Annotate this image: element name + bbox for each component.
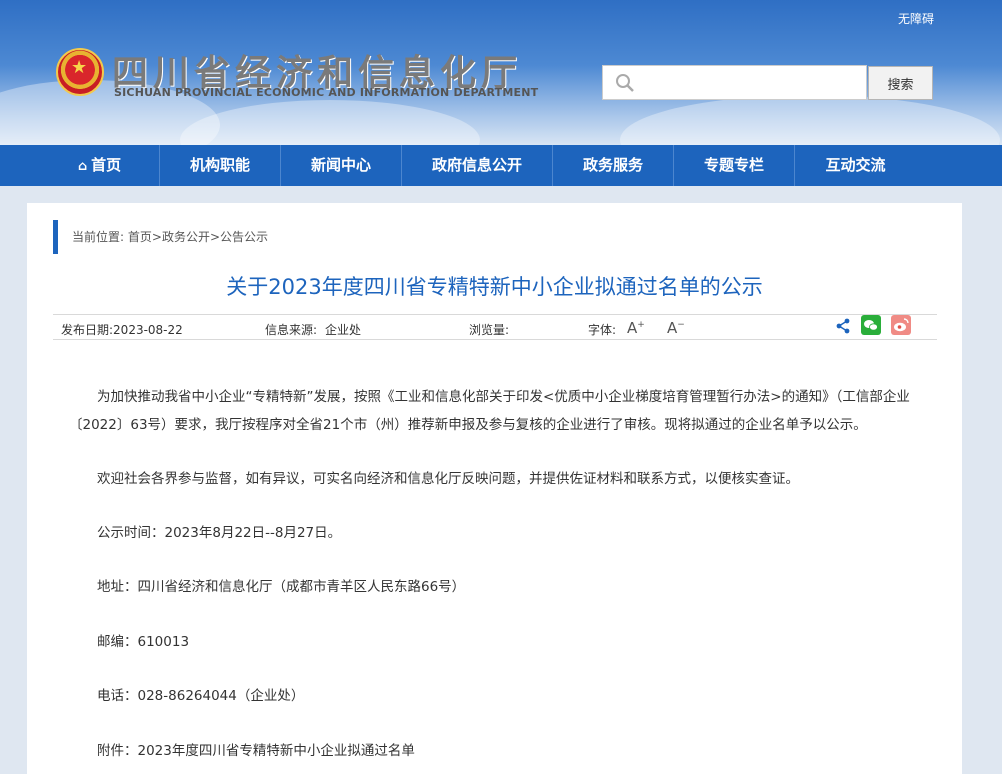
font-decrease-label: A [667, 319, 678, 337]
nav-item-home[interactable]: ⌂ 首页 [40, 145, 160, 186]
breadcrumb-prefix: 当前位置: [72, 230, 125, 244]
breadcrumb-public-affairs[interactable]: 政务公开 [162, 230, 210, 244]
header-cloud-decoration [180, 100, 480, 145]
home-icon: ⌂ [77, 159, 88, 174]
breadcrumb-announcements[interactable]: 公告公示 [220, 230, 268, 244]
nav-item-label: 首页 [91, 156, 122, 174]
source-value: 企业处 [325, 323, 362, 337]
nav-item-label: 互动交流 [825, 156, 886, 174]
article-title: 关于2023年度四川省专精特新中小企业拟通过名单的公示 [226, 275, 763, 299]
nav-item-interaction[interactable]: 互动交流 [795, 145, 916, 186]
nav-item-institution[interactable]: 机构职能 [160, 145, 281, 186]
paragraph-attachment[interactable]: 附件：2023年度四川省专精特新中小企业拟通过名单 [69, 737, 921, 765]
nav-item-label: 政府信息公开 [431, 156, 522, 174]
nav-item-label: 政务服务 [582, 156, 643, 174]
breadcrumb-separator: > [151, 230, 162, 244]
article-meta: 发布日期:2023-08-22 信息来源: 企业处 浏览量: 字体: A+ A− [53, 314, 937, 340]
font-increase-label: A [627, 319, 638, 337]
search-icon [616, 74, 634, 92]
search-button[interactable]: 搜索 [868, 66, 933, 100]
site-header: 无障碍 四川省经济和信息化厅 SICHUAN PROVINCIAL ECONOM… [0, 0, 1002, 145]
breadcrumb-home[interactable]: 首页 [128, 230, 152, 244]
header-cloud-decoration [620, 95, 1000, 145]
search-box [602, 65, 867, 100]
nav-item-gov-info[interactable]: 政府信息公开 [402, 145, 553, 186]
main-nav: ⌂ 首页 机构职能 新闻中心 政府信息公开 政务服务 专题专栏 互动交流 [0, 145, 1002, 186]
source-label: 信息来源: [265, 323, 318, 337]
nav-item-label: 专题专栏 [703, 156, 764, 174]
nav-item-label: 新闻中心 [310, 156, 371, 174]
paragraph-address: 地址：四川省经济和信息化厅（成都市青羊区人民东路66号） [97, 579, 466, 595]
paragraph-phone: 电话：028-86264044（企业处） [97, 688, 305, 704]
font-increase-button[interactable]: A+ [627, 319, 645, 337]
publish-date: 发布日期:2023-08-22 [61, 323, 183, 337]
paragraph-intro: 为加快推动我省中小企业“专精特新”发展，按照《工业和信息化部关于印发<优质中小企… [69, 389, 910, 433]
breadcrumb-separator: > [209, 230, 221, 244]
nav-item-topics[interactable]: 专题专栏 [674, 145, 795, 186]
nav-item-news[interactable]: 新闻中心 [281, 145, 402, 186]
paragraph-period: 公示时间：2023年8月22日--8月27日。 [97, 525, 342, 541]
views-label: 浏览量: [469, 323, 510, 337]
font-size-label: 字体: [588, 323, 617, 337]
share-icon[interactable] [835, 318, 851, 334]
weibo-icon[interactable] [891, 315, 911, 335]
breadcrumb: 当前位置: 首页>政务公开>公告公示 [53, 220, 268, 254]
nav-item-services[interactable]: 政务服务 [553, 145, 674, 186]
wechat-icon[interactable] [861, 315, 881, 335]
national-emblem-icon [56, 48, 104, 96]
content-panel: 当前位置: 首页>政务公开>公告公示 关于2023年度四川省专精特新中小企业拟通… [27, 203, 962, 774]
font-decrease-button[interactable]: A− [667, 319, 685, 337]
accessibility-link[interactable]: 无障碍 [898, 10, 934, 27]
nav-item-label: 机构职能 [189, 156, 250, 174]
search-input[interactable] [643, 70, 858, 96]
paragraph-postcode: 邮编：610013 [97, 634, 190, 650]
paragraph-supervision: 欢迎社会各界参与监督，如有异议，可实名向经济和信息化厅反映问题，并提供佐证材料和… [97, 471, 799, 487]
site-title-english: SICHUAN PROVINCIAL ECONOMIC AND INFORMAT… [114, 86, 539, 99]
